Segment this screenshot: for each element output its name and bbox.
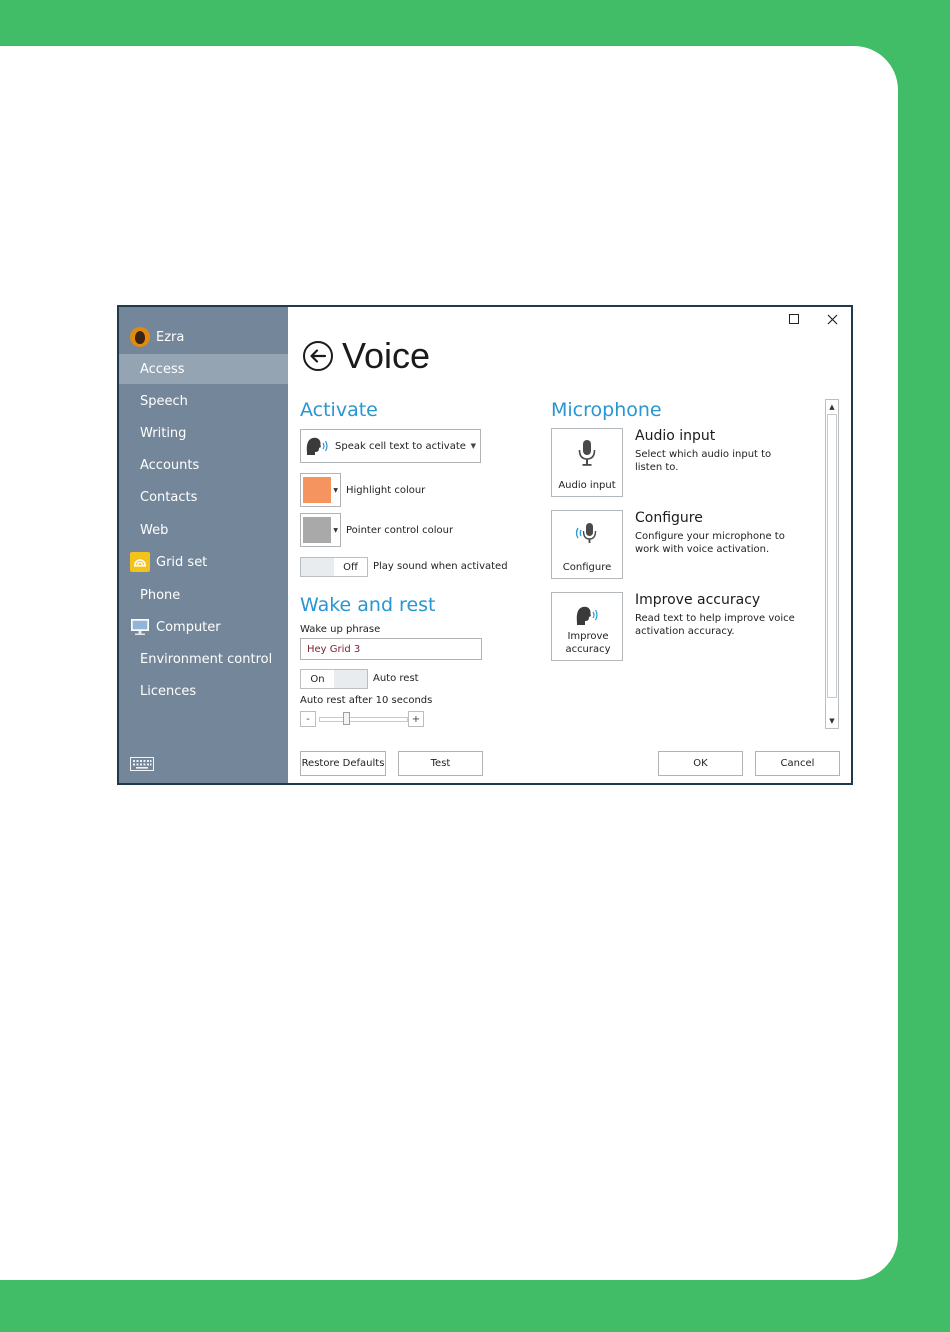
- sidebar-item-contacts[interactable]: Contacts: [119, 482, 288, 512]
- sidebar-item-licences[interactable]: Licences: [119, 676, 288, 706]
- sidebar-item-access[interactable]: Access: [119, 354, 288, 384]
- restore-defaults-button[interactable]: Restore Defaults: [300, 751, 386, 776]
- speaking-head-icon: [552, 603, 622, 627]
- audio-input-title: Audio input: [635, 428, 716, 444]
- sidebar-item-label: Phone: [140, 587, 181, 603]
- sidebar-item-phone[interactable]: Phone: [119, 580, 288, 610]
- wake-phrase-label: Wake up phrase: [300, 624, 381, 635]
- improve-accuracy-button[interactable]: Improve accuracy: [551, 592, 623, 661]
- activate-heading: Activate: [300, 399, 378, 421]
- cancel-button[interactable]: Cancel: [755, 751, 840, 776]
- pointer-colour-picker[interactable]: ▼: [300, 513, 341, 547]
- chevron-down-icon: ▼: [470, 442, 476, 450]
- improve-accuracy-description: Read text to help improve voice activati…: [635, 613, 795, 637]
- vertical-scrollbar[interactable]: ▲ ▼: [825, 399, 839, 729]
- tile-label: Improve accuracy: [565, 631, 611, 655]
- page-header: Voice: [302, 335, 430, 377]
- sidebar-item-grid-set[interactable]: Grid set: [119, 547, 288, 577]
- highlight-colour-picker[interactable]: ▼: [300, 473, 341, 507]
- slider-decrease-button[interactable]: -: [300, 711, 316, 727]
- slider-increase-button[interactable]: +: [408, 711, 424, 727]
- settings-window: Ezra Access Speech Writing Accounts Cont…: [117, 305, 853, 785]
- microphone-heading: Microphone: [551, 399, 662, 421]
- maximize-icon[interactable]: [783, 311, 805, 327]
- chevron-down-icon: ▼: [333, 527, 338, 534]
- computer-icon: [130, 617, 150, 637]
- sidebar-item-label: Accounts: [140, 457, 200, 473]
- sidebar-item-label: Speech: [140, 393, 188, 409]
- highlight-colour-swatch: [303, 477, 331, 503]
- sidebar-item-label: Writing: [140, 425, 187, 441]
- configure-title: Configure: [635, 510, 703, 526]
- sidebar-item-label: Web: [140, 522, 169, 538]
- sidebar-item-environment-control[interactable]: Environment control: [119, 644, 288, 674]
- scroll-down-icon[interactable]: ▼: [826, 714, 838, 728]
- sidebar-item-computer[interactable]: Computer: [119, 612, 288, 642]
- toggle-knob: [301, 558, 334, 576]
- speaking-head-icon: [305, 435, 329, 457]
- pointer-colour-label: Pointer control colour: [346, 525, 454, 536]
- auto-rest-slider: - +: [300, 711, 426, 727]
- highlight-colour-label: Highlight colour: [346, 485, 426, 496]
- improve-accuracy-title: Improve accuracy: [635, 592, 761, 608]
- wake-rest-heading: Wake and rest: [300, 594, 436, 616]
- sidebar-item-writing[interactable]: Writing: [119, 418, 288, 448]
- sidebar-item-accounts[interactable]: Accounts: [119, 450, 288, 480]
- test-button[interactable]: Test: [398, 751, 483, 776]
- microphone-icon: [552, 438, 622, 468]
- keyboard-icon[interactable]: [130, 756, 154, 775]
- avatar: [130, 327, 150, 347]
- sidebar-item-label: Environment control: [140, 651, 273, 667]
- play-sound-label: Play sound when activated: [373, 561, 508, 572]
- tile-label: Configure: [562, 562, 612, 573]
- close-icon[interactable]: [821, 311, 843, 327]
- sidebar-item-speech[interactable]: Speech: [119, 386, 288, 416]
- slider-track[interactable]: [319, 717, 408, 722]
- wake-phrase-input[interactable]: Hey Grid 3: [300, 638, 482, 660]
- sidebar-item-label: Computer: [156, 619, 221, 635]
- activation-mode-dropdown[interactable]: Speak cell text to activate ▼: [300, 429, 481, 463]
- toggle-state: On: [310, 673, 325, 685]
- auto-rest-after-label: Auto rest after 10 seconds: [300, 695, 433, 706]
- microphone-waves-icon: [552, 520, 622, 548]
- scroll-up-icon[interactable]: ▲: [826, 400, 838, 414]
- tile-label: Audio input: [558, 480, 616, 491]
- play-sound-toggle[interactable]: Off: [300, 557, 368, 577]
- auto-rest-label: Auto rest: [373, 673, 419, 684]
- toggle-state: Off: [343, 561, 358, 573]
- sidebar-item-web[interactable]: Web: [119, 515, 288, 545]
- user-name: Ezra: [156, 329, 185, 345]
- activation-mode-value: Speak cell text to activate: [335, 440, 466, 452]
- content-panel: Voice Activate Speak cell text to activa…: [288, 307, 851, 783]
- sidebar: Ezra Access Speech Writing Accounts Cont…: [119, 307, 288, 783]
- ok-button[interactable]: OK: [658, 751, 743, 776]
- back-arrow-icon[interactable]: [302, 340, 334, 372]
- auto-rest-toggle[interactable]: On: [300, 669, 368, 689]
- sidebar-user[interactable]: Ezra: [130, 326, 184, 348]
- sidebar-item-label: Grid set: [156, 554, 208, 570]
- grid-set-icon: [130, 552, 150, 572]
- sidebar-item-label: Contacts: [140, 489, 198, 505]
- sidebar-item-label: Access: [140, 361, 185, 377]
- audio-input-description: Select which audio input to listen to.: [635, 449, 772, 473]
- audio-input-button[interactable]: Audio input: [551, 428, 623, 497]
- slider-thumb[interactable]: [343, 712, 350, 725]
- configure-description: Configure your microphone to work with v…: [635, 531, 785, 555]
- page-title: Voice: [342, 335, 431, 376]
- pointer-colour-swatch: [303, 517, 331, 543]
- configure-button[interactable]: Configure: [551, 510, 623, 579]
- toggle-knob: [334, 670, 367, 688]
- scrollbar-thumb[interactable]: [827, 414, 837, 698]
- sidebar-item-label: Licences: [140, 683, 197, 699]
- chevron-down-icon: ▼: [333, 487, 338, 494]
